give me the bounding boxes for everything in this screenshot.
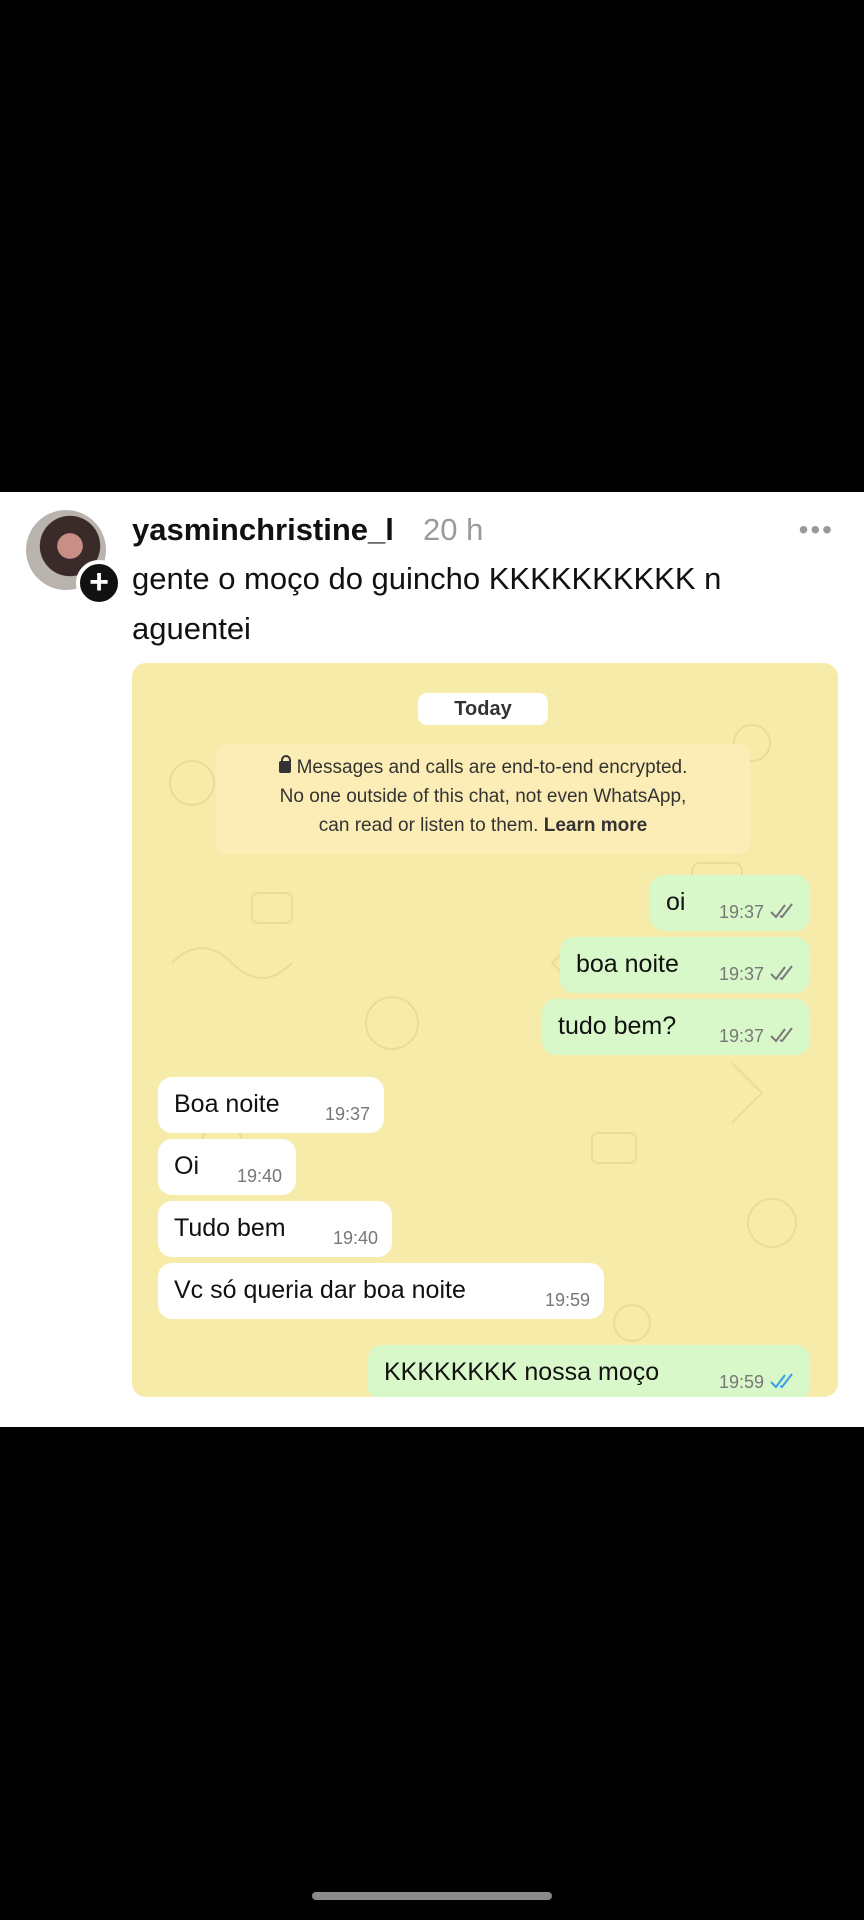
message-text: oi	[666, 888, 686, 916]
message-text: boa noite	[576, 950, 679, 978]
message-time: 19:59	[718, 1372, 764, 1392]
message-bubble-incoming[interactable]: Vc só queria dar boa noite 19:59	[158, 1263, 604, 1319]
message-text: Vc só queria dar boa noite	[174, 1276, 466, 1304]
message-time: 19:37	[324, 1104, 370, 1124]
message-text: KKKKKKKK nossa moço	[384, 1358, 660, 1386]
double-check-icon	[770, 903, 793, 919]
message-text: Oi	[174, 1152, 199, 1180]
avatar[interactable]: +	[26, 510, 122, 606]
double-check-icon	[770, 1027, 793, 1043]
double-check-icon	[770, 965, 793, 981]
post-caption: gente o moço do guincho KKKKKKKKKK n agu…	[132, 561, 722, 646]
message-bubble-outgoing[interactable]: KKKKKKKK nossa moço 19:59	[368, 1345, 810, 1397]
notice-line-1: Messages and calls are end-to-end encryp…	[216, 753, 750, 782]
notice-line-2: No one outside of this chat, not even Wh…	[279, 786, 687, 807]
message-text: Tudo bem	[174, 1214, 286, 1242]
home-indicator[interactable]	[312, 1892, 552, 1900]
post-username[interactable]: yasminchristine_l	[132, 512, 394, 548]
message-text: Boa noite	[174, 1090, 280, 1118]
message-time: 19:40	[332, 1228, 378, 1248]
notice-line-3: can read or listen to them. Learn more	[318, 815, 648, 836]
message-time: 19:37	[718, 964, 764, 984]
message-bubble-incoming[interactable]: Boa noite 19:37	[158, 1077, 384, 1133]
message-bubble-outgoing[interactable]: oi 19:37	[650, 875, 810, 931]
double-check-read-icon	[770, 1373, 793, 1389]
message-bubble-outgoing[interactable]: boa noite 19:37	[560, 937, 810, 993]
message-time: 19:40	[236, 1166, 282, 1186]
lock-icon	[278, 755, 291, 773]
chat-screenshot: Today Messages and calls are end-to-end …	[132, 663, 838, 1397]
more-options-icon[interactable]: •••	[799, 514, 834, 546]
post-time: 20 h	[423, 512, 484, 547]
message-time: 19:37	[718, 1026, 764, 1046]
message-bubble-incoming[interactable]: Tudo bem 19:40	[158, 1201, 392, 1257]
learn-more-link[interactable]: Learn more	[544, 815, 647, 836]
message-time: 19:37	[718, 902, 764, 922]
message-text: tudo bem?	[558, 1012, 677, 1040]
post-card: + yasminchristine_l 20 h ••• gente o moç…	[0, 492, 864, 1427]
message-bubble-incoming[interactable]: Oi 19:40	[158, 1139, 296, 1195]
message-time: 19:59	[544, 1290, 590, 1310]
encryption-notice[interactable]: Messages and calls are end-to-end encryp…	[216, 744, 750, 854]
date-chip: Today	[418, 693, 548, 725]
add-follow-icon[interactable]: +	[76, 560, 122, 606]
message-bubble-outgoing[interactable]: tudo bem? 19:37	[542, 999, 810, 1055]
